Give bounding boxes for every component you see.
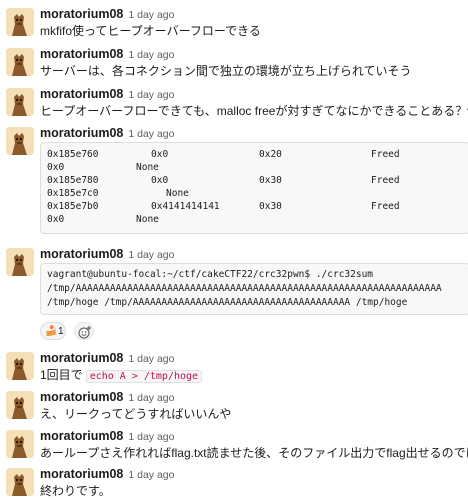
username[interactable]: moratorium08: [40, 247, 123, 261]
message-text: mkfifo使ってヒープオーバーフローできる: [40, 24, 261, 38]
timestamp[interactable]: 1 day ago: [128, 353, 174, 365]
inline-code: echo A > /tmp/hoge: [85, 370, 203, 383]
timestamp[interactable]: 1 day ago: [128, 128, 174, 140]
reaction-cake[interactable]: 🍰 1: [40, 322, 66, 340]
code-block: 0x185e760 0x0 0x20 Freed 0x0 None 0x185e…: [40, 142, 468, 234]
add-reaction-button[interactable]: [74, 322, 94, 340]
username[interactable]: moratorium08: [40, 7, 123, 21]
code-cell: 0x0: [47, 162, 65, 173]
code-row: 0x185e7c0 None: [41, 187, 468, 200]
avatar[interactable]: [6, 352, 34, 380]
code-cell: None: [136, 162, 159, 173]
code-cell: 0x0: [151, 149, 169, 160]
code-line: /tmp/hoge /tmp/AAAAAAAAAAAAAAAAAAAAAAAAA…: [47, 297, 408, 308]
code-cell: 0x185e7c0: [47, 188, 99, 199]
message-text-part: 1回目で: [40, 368, 83, 382]
avatar[interactable]: [6, 468, 34, 496]
timestamp[interactable]: 1 day ago: [128, 469, 174, 481]
message-text: あーループさえ作れればflag.txt読ませた後、そのファイル出力でflag出せ…: [40, 446, 468, 460]
code-block: vagrant@ubuntu-focal:~/ctf/cakeCTF22/crc…: [40, 263, 468, 315]
code-cell: 0x30: [259, 175, 282, 186]
code-cell: 0x4141414141: [151, 201, 220, 212]
add-reaction-icon: [78, 326, 91, 339]
code-cell: 0x20: [259, 149, 282, 160]
code-line: /tmp/AAAAAAAAAAAAAAAAAAAAAAAAAAAAAAAAAAA…: [47, 283, 442, 294]
code-cell: Freed: [371, 149, 400, 160]
username[interactable]: moratorium08: [40, 429, 123, 443]
message-text: 終わりです。: [40, 484, 111, 498]
cake-emoji-icon: 🍰: [45, 326, 58, 337]
avatar[interactable]: [6, 127, 34, 155]
timestamp[interactable]: 1 day ago: [128, 89, 174, 101]
avatar[interactable]: [6, 391, 34, 419]
timestamp[interactable]: 1 day ago: [128, 49, 174, 61]
code-cell: 0x185e780: [47, 175, 99, 186]
code-row: 0x0 None: [41, 213, 468, 226]
code-row: 0x185e760 0x0 0x20 Freed: [41, 148, 468, 161]
username[interactable]: moratorium08: [40, 126, 123, 140]
code-row: 0x185e7b0 0x4141414141 0x30 Freed: [41, 200, 468, 213]
username[interactable]: moratorium08: [40, 47, 123, 61]
code-cell: Freed: [371, 175, 400, 186]
message-text: ヒープオーバーフローできても、malloc freeが対すぎてなにかできることあ…: [40, 104, 468, 118]
code-cell: None: [136, 214, 159, 225]
avatar[interactable]: [6, 48, 34, 76]
timestamp[interactable]: 1 day ago: [128, 392, 174, 404]
avatar[interactable]: [6, 248, 34, 276]
code-cell: 0x185e7b0: [47, 201, 99, 212]
username[interactable]: moratorium08: [40, 467, 123, 481]
message-text: サーバーは、各コネクション間で独立の環境が立ち上げられていそう: [40, 64, 412, 78]
code-cell: 0x0: [47, 214, 65, 225]
username[interactable]: moratorium08: [40, 390, 123, 404]
avatar[interactable]: [6, 430, 34, 458]
timestamp[interactable]: 1 day ago: [128, 431, 174, 443]
code-row: 0x185e780 0x0 0x30 Freed: [41, 174, 468, 187]
message-text: え、リークってどうすればいいんや: [40, 407, 232, 421]
code-cell: 0x185e760: [47, 149, 99, 160]
message-text: 1回目で echo A > /tmp/hoge: [40, 367, 203, 385]
timestamp[interactable]: 1 day ago: [128, 9, 174, 21]
code-cell: None: [166, 188, 189, 199]
reaction-count: 1: [58, 326, 64, 337]
username[interactable]: moratorium08: [40, 351, 123, 365]
username[interactable]: moratorium08: [40, 87, 123, 101]
avatar[interactable]: [6, 88, 34, 116]
code-cell: 0x0: [151, 175, 169, 186]
timestamp[interactable]: 1 day ago: [128, 249, 174, 261]
code-row: 0x0 None: [41, 161, 468, 174]
code-cell: Freed: [371, 201, 400, 212]
avatar[interactable]: [6, 8, 34, 36]
code-cell: 0x30: [259, 201, 282, 212]
code-line: vagrant@ubuntu-focal:~/ctf/cakeCTF22/crc…: [47, 269, 374, 280]
